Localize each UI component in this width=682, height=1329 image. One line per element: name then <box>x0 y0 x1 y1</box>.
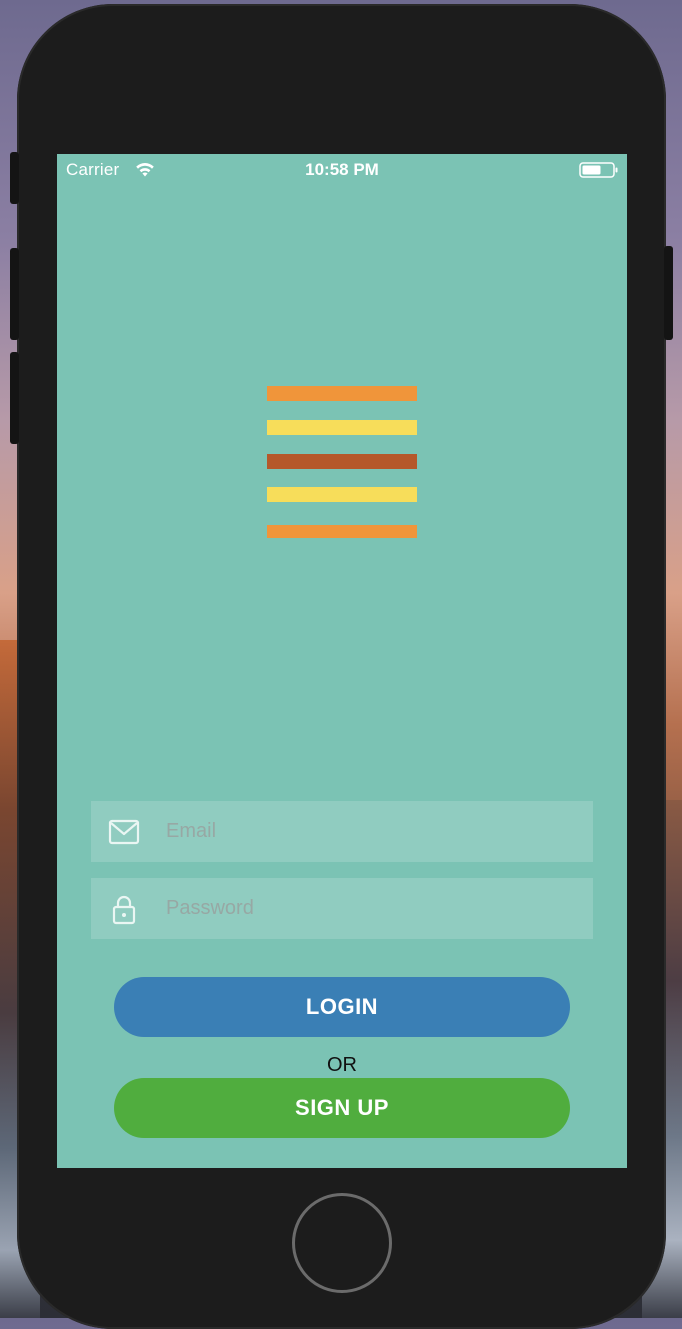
logo-stripe <box>267 487 417 502</box>
logo-stripe <box>267 454 417 469</box>
battery-icon <box>579 162 618 178</box>
or-divider-label: OR <box>327 1054 357 1076</box>
volume-down-button[interactable] <box>10 352 19 444</box>
app-screen: Carrier 10:58 PM Email LOGIN OR SIGN UP <box>57 154 627 1168</box>
password-field[interactable] <box>91 878 593 939</box>
email-field[interactable] <box>91 801 593 862</box>
status-time: 10:58 PM <box>305 160 379 179</box>
envelope-icon <box>108 819 140 845</box>
logo-stripe <box>267 386 417 401</box>
logo-stripe <box>267 525 417 538</box>
volume-up-button[interactable] <box>10 248 19 340</box>
power-button[interactable] <box>664 246 673 340</box>
status-bar: Carrier 10:58 PM <box>57 154 627 186</box>
home-button[interactable] <box>292 1193 392 1293</box>
signup-button[interactable]: SIGN UP <box>114 1078 570 1138</box>
mute-switch[interactable] <box>10 152 19 204</box>
logo-stripe <box>267 420 417 435</box>
lock-icon <box>112 895 136 925</box>
email-input[interactable] <box>166 801 576 862</box>
password-input[interactable] <box>166 878 576 939</box>
burger-stripes-logo <box>267 386 417 538</box>
login-button[interactable]: LOGIN <box>114 977 570 1037</box>
